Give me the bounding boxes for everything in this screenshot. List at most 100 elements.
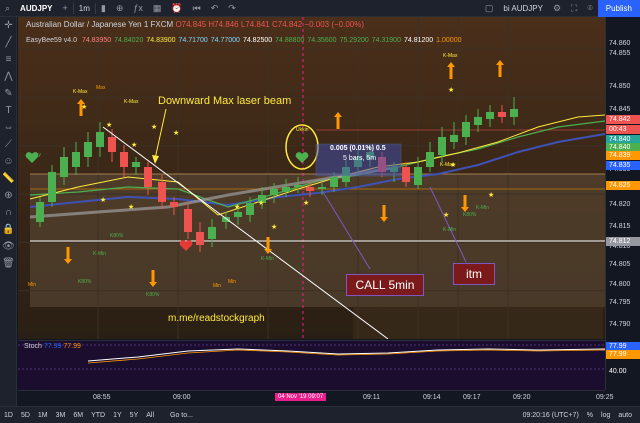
down-arrow-marker <box>266 237 270 249</box>
min-label: Min <box>28 282 37 288</box>
candle-body <box>246 203 254 215</box>
star-marker: ★ <box>448 86 454 94</box>
bottom-bar: 1D 5D 1M 3M 6M YTD 1Y 5Y All Go to... 09:20:16 (U… <box>0 406 640 423</box>
compare-icon[interactable]: ⊕ <box>111 0 129 17</box>
legend-title: Australian Dollar / Japanese Yen 1 FXCM <box>26 20 174 29</box>
star-marker: ★ <box>151 123 157 131</box>
main-price-pane[interactable]: ★ ★ ★ ★ ★ ★ ★ ★ ★ ★ ★ ★ ★ ★ ★ Australian Dollar / Japa… <box>18 17 605 339</box>
templates-icon[interactable]: ▦ <box>148 0 167 17</box>
stoch-k-value: 77.99 <box>43 343 62 350</box>
range-button-5d[interactable]: 5D <box>17 412 34 419</box>
indicator-value: 74.82500 <box>242 37 273 44</box>
time-scale[interactable]: 04 Nov '19 09:07 08:55 09:00 09:11 09:14 09:… <box>18 390 614 405</box>
price-tick: 74.795 <box>609 299 631 306</box>
price-tick: 74.800 <box>609 281 631 288</box>
candle-body <box>450 135 458 142</box>
star-marker: ★ <box>106 121 112 129</box>
range-button-ytd[interactable]: YTD <box>87 412 109 419</box>
trash-icon[interactable]: 🗑 <box>0 255 17 272</box>
text-icon[interactable]: T <box>0 102 17 119</box>
prediction-icon[interactable]: ⟋ <box>0 136 17 153</box>
magnet-icon[interactable]: ∩ <box>0 204 17 221</box>
price-scale[interactable]: 74.86074.85574.85074.84574.83074.82074.8… <box>605 17 640 390</box>
range-button-1y[interactable]: 1Y <box>109 412 126 419</box>
symbol-legend[interactable]: Australian Dollar / Japanese Yen 1 FXCM … <box>26 20 364 29</box>
symbol-search[interactable]: AUDJPY <box>15 0 57 17</box>
candle-body <box>498 112 506 117</box>
candles-icon[interactable]: ▮ <box>96 0 111 17</box>
indicator-value: 74.71700 <box>178 37 208 44</box>
stoch-legend[interactable]: Stoch 77.99 77.99 <box>24 343 81 350</box>
crosshair-icon[interactable]: ✛ <box>0 17 17 34</box>
icons-icon[interactable]: ☺ <box>0 153 17 170</box>
layout-name[interactable]: bi AUDJPY <box>498 0 548 17</box>
price-tick: 74.845 <box>609 106 631 113</box>
alert-icon[interactable]: ⏰ <box>166 0 187 17</box>
undo-icon[interactable]: ↶ <box>206 0 224 17</box>
zoom-icon[interactable]: ⊕ <box>0 187 17 204</box>
indicators-icon[interactable]: ƒx <box>128 0 148 17</box>
candle-body <box>234 212 242 217</box>
down-arrow-marker <box>382 205 386 217</box>
hide-icon[interactable]: 👁 <box>0 238 17 255</box>
ruler-icon[interactable]: 📏 <box>0 170 17 187</box>
lock-icon[interactable]: 🔒 <box>0 221 17 238</box>
interval-selector[interactable]: 1m <box>74 0 95 17</box>
auto-toggle[interactable]: auto <box>614 412 636 419</box>
range-button-all[interactable]: All <box>142 412 158 419</box>
range-button-6m[interactable]: 6M <box>69 412 87 419</box>
range-button-3m[interactable]: 3M <box>52 412 70 419</box>
range-button-5y[interactable]: 5Y <box>126 412 143 419</box>
camera-icon[interactable]: ⌾ <box>582 0 597 17</box>
fib-icon[interactable]: ≡ <box>0 51 17 68</box>
percent-toggle[interactable]: % <box>583 412 597 419</box>
k80-label: K80% <box>110 233 124 239</box>
candle-body <box>222 217 230 222</box>
candle-body <box>170 202 178 207</box>
layout-icon[interactable]: ▢ <box>480 0 499 17</box>
add-symbol-icon[interactable]: + <box>58 0 73 17</box>
measure-icon[interactable]: ⇔ <box>0 119 17 136</box>
up-arrow-marker <box>79 104 83 116</box>
kmax-label-2: K-Max <box>124 99 139 105</box>
star-marker: ★ <box>303 199 309 207</box>
star-marker: ★ <box>100 196 106 204</box>
tradingview-app: ⌕ AUDJPY + 1m ▮ ⊕ ƒx ▦ ⏰ ⏮ ↶ ↷ ▢ bi AUDJ… <box>0 0 640 423</box>
replay-icon[interactable]: ⏮ <box>188 0 206 17</box>
pattern-icon[interactable]: ⋀ <box>0 68 17 85</box>
time-tick: 09:20 <box>513 394 531 401</box>
candle-body <box>474 117 482 125</box>
utc-clock[interactable]: 09:20:16 (UTC+7) <box>519 412 583 419</box>
indicator-value: 74.35600 <box>307 37 337 44</box>
indicator-value: 74.84020 <box>114 37 144 44</box>
price-tick: 74.820 <box>609 201 631 208</box>
star-marker: ★ <box>258 199 264 207</box>
brush-icon[interactable]: ✎ <box>0 85 17 102</box>
stochastic-pane[interactable]: Stoch 77.99 77.99 <box>18 340 605 390</box>
candle-body <box>96 132 104 147</box>
measure-line1: 0.005 (0.01%) 0.5 <box>330 145 386 152</box>
publish-button[interactable]: Publish <box>597 0 640 17</box>
redo-icon[interactable]: ↷ <box>223 0 241 17</box>
kmax-label-4: K-Max <box>440 162 455 168</box>
search-icon[interactable]: ⌕ <box>0 0 15 17</box>
price-tick: 74.860 <box>609 40 631 47</box>
log-toggle[interactable]: log <box>597 412 614 419</box>
goto-button[interactable]: Go to... <box>166 412 197 419</box>
range-button-1m[interactable]: 1M <box>34 412 52 419</box>
fullscreen-icon[interactable]: ⛶ <box>566 0 582 17</box>
indicator-legend[interactable]: EasyBee59 v4.0 74.83950 74.84020 74.83900 7… <box>26 37 464 44</box>
stochastic-canvas <box>18 344 605 370</box>
price-tag: 74.839 <box>606 151 640 160</box>
chart-area[interactable]: ★ ★ ★ ★ ★ ★ ★ ★ ★ ★ ★ ★ ★ ★ ★ Australian Dollar / Japa… <box>18 17 605 390</box>
price-tag: 74.825 <box>606 181 640 190</box>
trendline-icon[interactable]: ╱ <box>0 34 17 51</box>
candle-body <box>48 172 56 202</box>
candle-body <box>84 142 92 157</box>
settings-icon[interactable]: ⚙ <box>548 0 566 17</box>
down-arrow-marker <box>151 270 155 282</box>
candle-body <box>282 187 290 192</box>
lucky-label: Lucky <box>28 152 42 158</box>
time-tick: 09:11 <box>363 394 380 401</box>
range-button-1d[interactable]: 1D <box>0 412 17 419</box>
